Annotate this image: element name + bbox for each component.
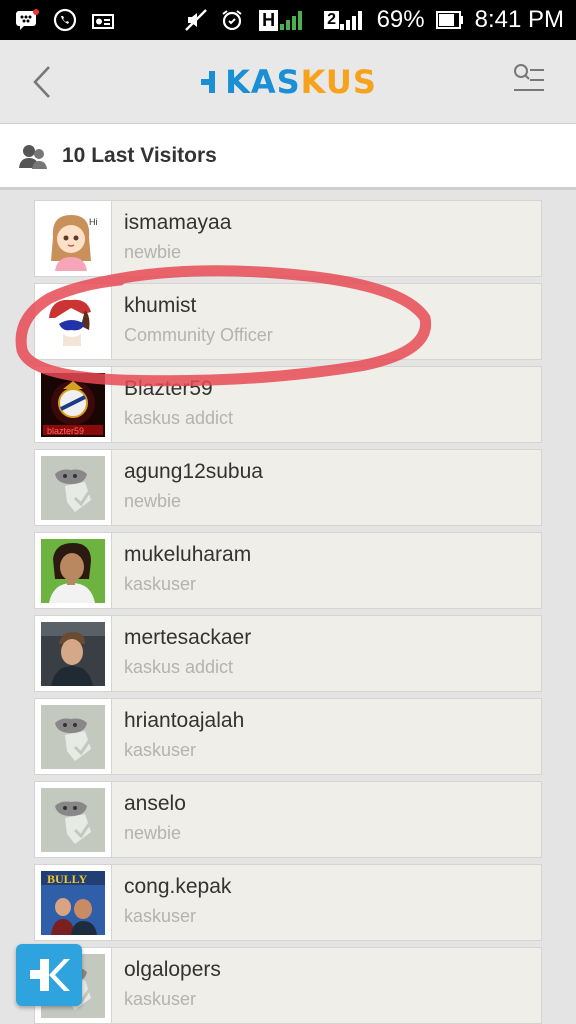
kaskus-home-button[interactable] bbox=[16, 944, 82, 1006]
bbm-icon bbox=[14, 8, 40, 32]
status-bar: H 2 69% 8:41 PM bbox=[0, 0, 576, 40]
visitor-list: Hi ismamayaa newbie khumist Community Of… bbox=[34, 200, 542, 1024]
kaskus-k-icon bbox=[30, 959, 70, 991]
alarm-icon bbox=[219, 8, 245, 32]
clock: 8:41 PM bbox=[474, 6, 564, 33]
svg-text:Hi: Hi bbox=[89, 217, 98, 227]
username[interactable]: Blazter59 bbox=[124, 377, 213, 401]
user-rank: kaskuser bbox=[124, 989, 197, 1009]
user-rank: newbie bbox=[124, 242, 182, 262]
list-item[interactable]: agung12subua newbie bbox=[34, 449, 542, 526]
username[interactable]: agung12subua bbox=[124, 460, 263, 484]
svg-text:blazter59: blazter59 bbox=[47, 426, 84, 436]
user-rank: kaskuser bbox=[124, 906, 197, 926]
photo-avatar-icon bbox=[41, 621, 105, 686]
default-avatar-icon bbox=[41, 787, 105, 852]
username[interactable]: mukeluharam bbox=[124, 543, 251, 567]
whatsapp-icon bbox=[52, 8, 78, 32]
user-rank: kaskus addict bbox=[124, 657, 234, 677]
username[interactable]: khumist bbox=[124, 294, 196, 318]
username[interactable]: olgalopers bbox=[124, 958, 221, 982]
user-rank: kaskuser bbox=[124, 574, 197, 594]
bully-game-avatar-icon: BULLY bbox=[41, 870, 105, 935]
battery-icon bbox=[435, 8, 465, 32]
mute-icon bbox=[183, 8, 209, 32]
username[interactable]: hriantoajalah bbox=[124, 709, 244, 733]
default-avatar-icon bbox=[41, 704, 105, 769]
kaskus-logo: KAS KUS bbox=[196, 60, 382, 104]
photo-avatar-icon bbox=[41, 538, 105, 603]
girl-avatar-icon: Hi bbox=[41, 206, 105, 271]
signal-sim2-icon: 2 bbox=[321, 8, 367, 32]
search-menu-button[interactable] bbox=[510, 62, 554, 102]
list-item[interactable]: blazter59 Blazter59 kaskus addict bbox=[34, 366, 542, 443]
list-item[interactable]: mertesackaer kaskus addict bbox=[34, 615, 542, 692]
username[interactable]: cong.kepak bbox=[124, 875, 231, 899]
users-icon bbox=[19, 144, 47, 169]
list-item[interactable]: hriantoajalah kaskuser bbox=[34, 698, 542, 775]
signal-h-icon: H bbox=[255, 8, 311, 32]
chevron-left-icon bbox=[33, 66, 50, 98]
search-list-icon bbox=[514, 64, 544, 91]
username[interactable]: mertesackaer bbox=[124, 626, 251, 650]
user-rank: Community Officer bbox=[124, 325, 273, 345]
logo-k-mark-icon bbox=[201, 71, 216, 93]
default-avatar-icon bbox=[41, 455, 105, 520]
user-rank: kaskuser bbox=[124, 740, 197, 760]
user-rank: newbie bbox=[124, 823, 182, 843]
list-item[interactable]: Hi ismamayaa newbie bbox=[34, 200, 542, 277]
user-rank: newbie bbox=[124, 491, 182, 511]
real-madrid-avatar-icon: blazter59 bbox=[41, 372, 105, 437]
radio-icon bbox=[90, 8, 116, 32]
app-toolbar: KAS KUS bbox=[0, 40, 576, 124]
user-rank: kaskus addict bbox=[124, 408, 234, 428]
battery-percent: 69% bbox=[376, 6, 425, 33]
back-button[interactable] bbox=[22, 60, 62, 104]
list-item[interactable]: mukeluharam kaskuser bbox=[34, 532, 542, 609]
list-item[interactable]: BULLY cong.kepak kaskuser bbox=[34, 864, 542, 941]
username[interactable]: anselo bbox=[124, 792, 186, 816]
section-title: 10 Last Visitors bbox=[62, 143, 217, 167]
section-header: 10 Last Visitors bbox=[0, 124, 576, 190]
list-item[interactable]: olgalopers kaskuser bbox=[34, 947, 542, 1024]
list-item[interactable]: khumist Community Officer bbox=[34, 283, 542, 360]
list-item[interactable]: anselo newbie bbox=[34, 781, 542, 858]
cartoon-avatar-icon bbox=[41, 289, 105, 354]
svg-text:BULLY: BULLY bbox=[47, 872, 88, 886]
username[interactable]: ismamayaa bbox=[124, 211, 231, 235]
